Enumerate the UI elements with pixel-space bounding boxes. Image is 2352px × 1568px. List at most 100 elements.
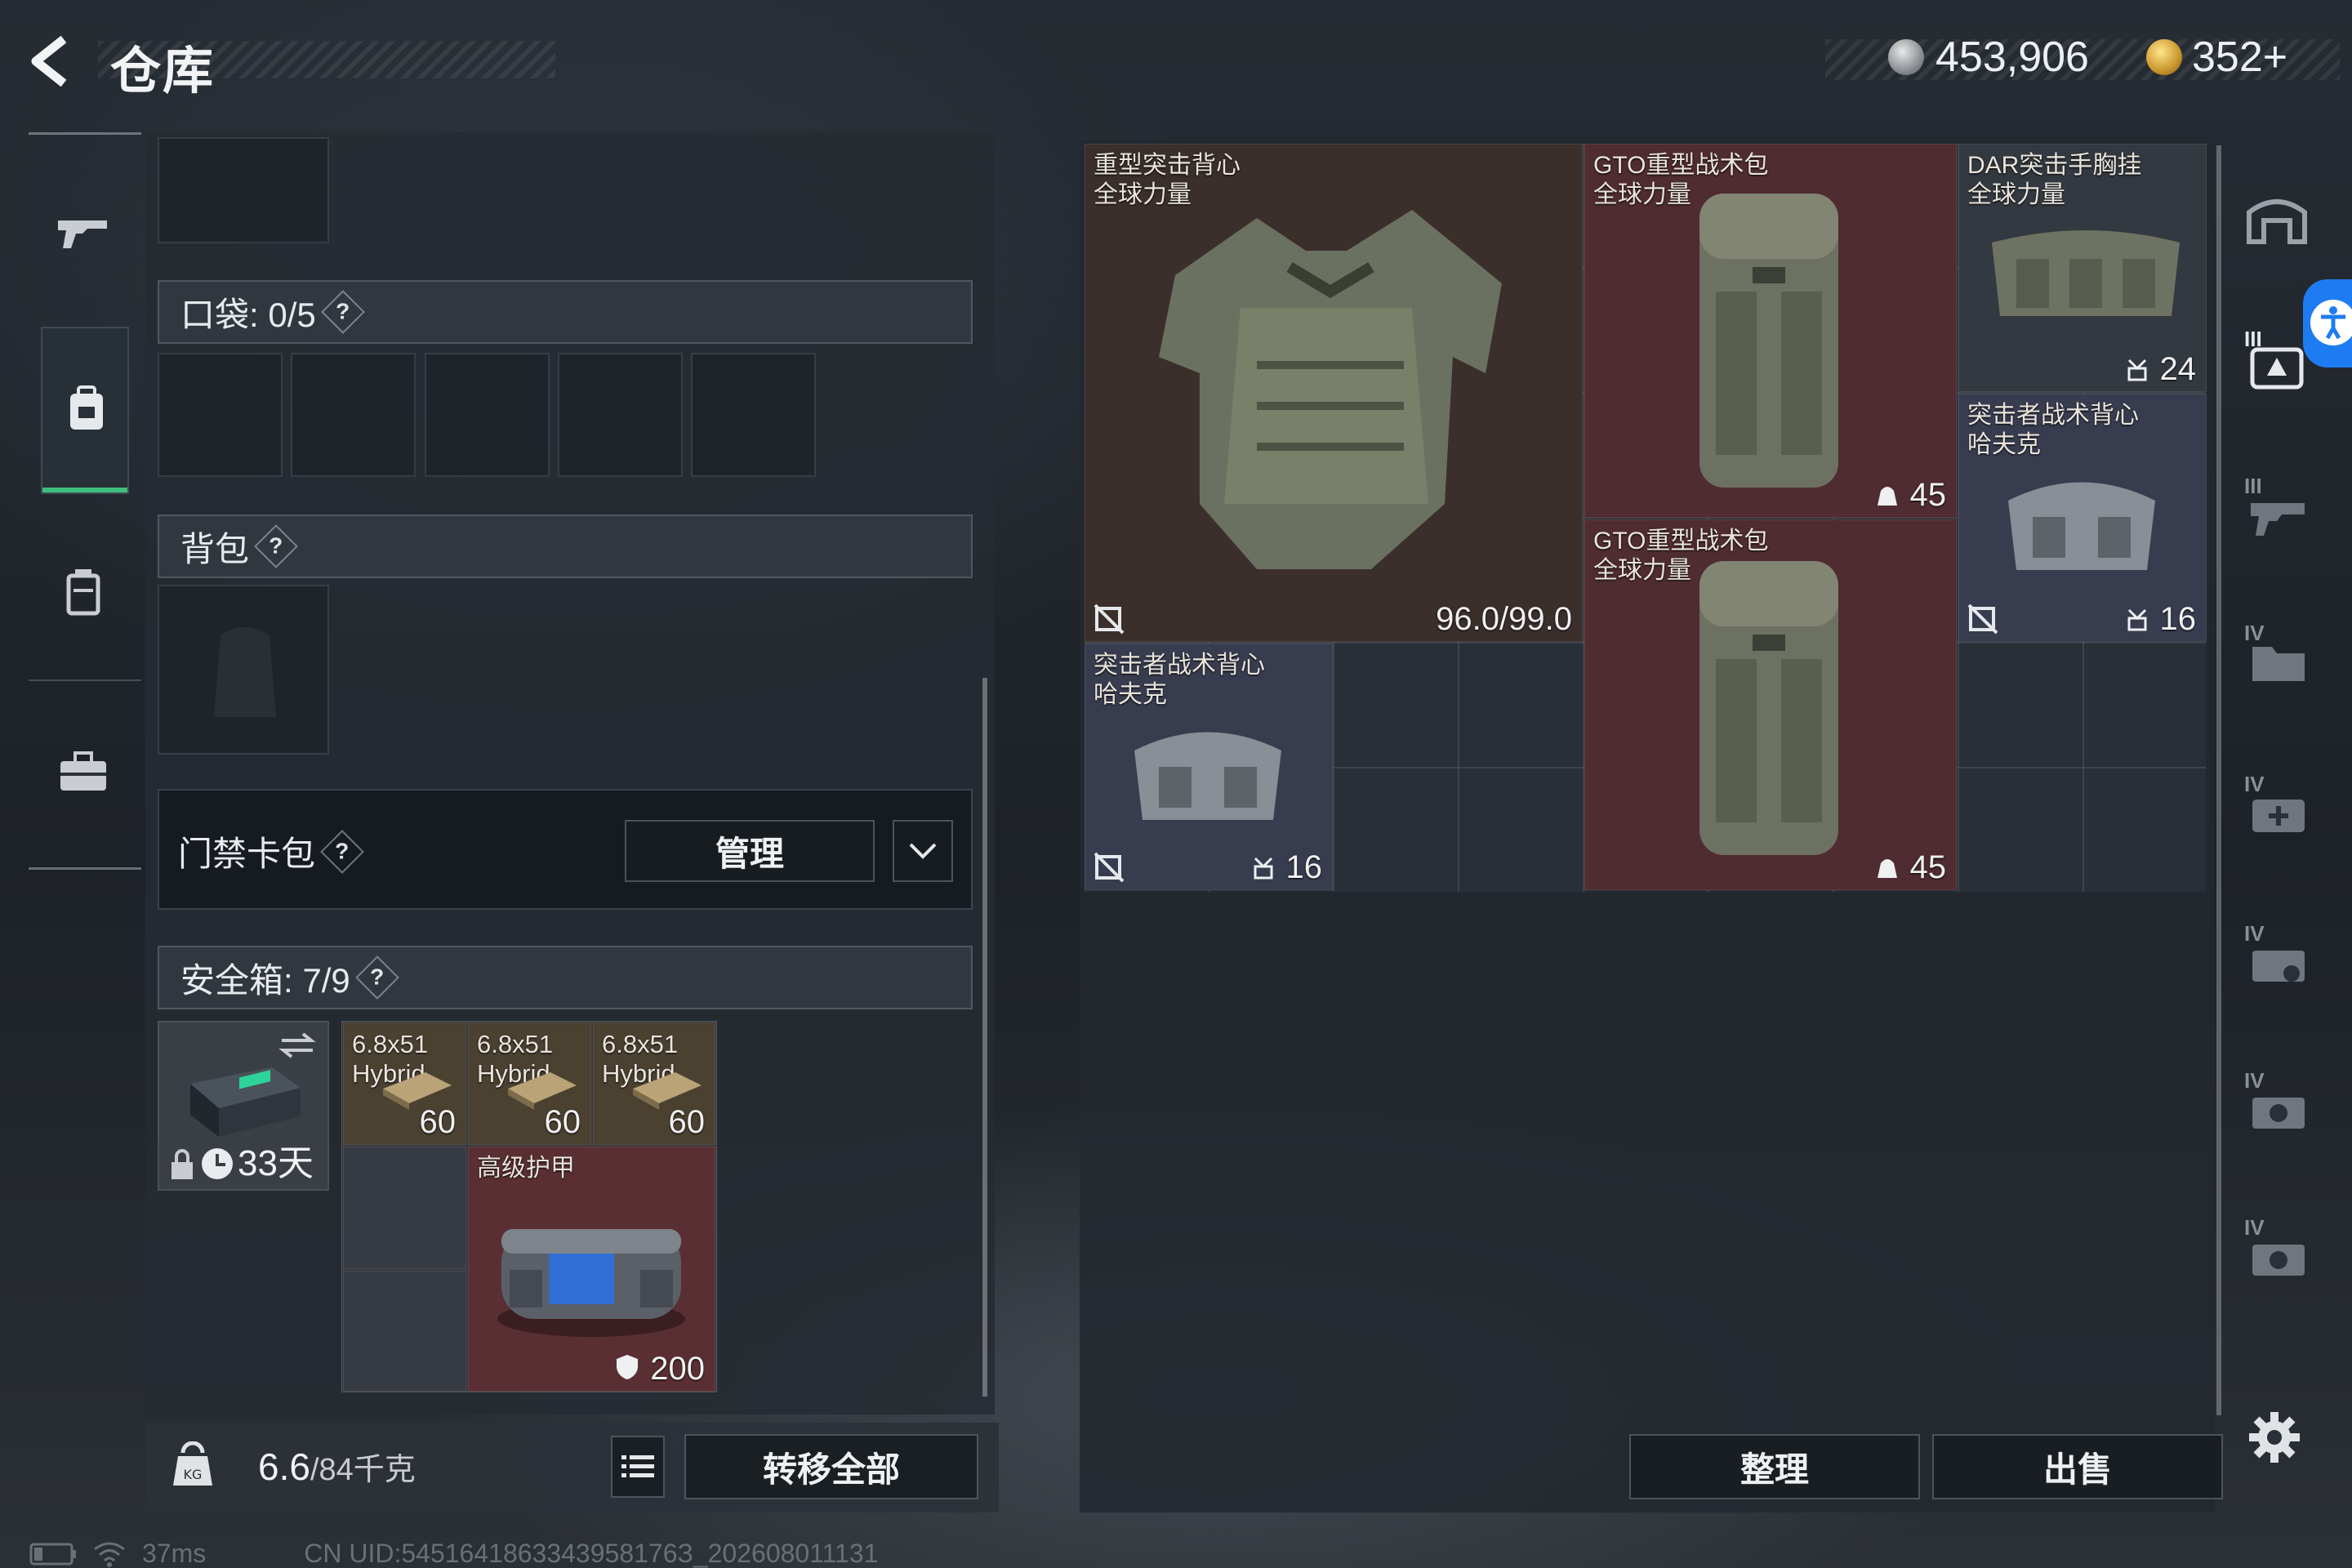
item-capacity: 45 bbox=[1909, 477, 1947, 513]
item-name: 突击者战术背心 bbox=[1967, 402, 2139, 429]
safebox-help-icon[interactable]: ? bbox=[354, 956, 399, 1000]
keycard-expand-button[interactable] bbox=[893, 820, 953, 882]
battery-icon bbox=[29, 1543, 76, 1565]
item-slots: 16 bbox=[2159, 601, 2197, 637]
folder-stash-icon bbox=[2252, 647, 2305, 681]
safebox-header: 安全箱: 7/9 ? bbox=[158, 946, 973, 1009]
gold-coin-icon bbox=[2146, 39, 2182, 75]
back-button[interactable] bbox=[24, 33, 82, 90]
accessibility-button[interactable] bbox=[2303, 279, 2352, 368]
item-name: 突击者战术背心 bbox=[1094, 652, 1265, 679]
pocket-slot-5[interactable] bbox=[691, 353, 816, 477]
ammo-name: 6.8x51 bbox=[602, 1030, 679, 1058]
raider-vest-icon bbox=[1134, 732, 1281, 820]
pocket-slot-1[interactable] bbox=[158, 353, 283, 477]
stash-tab-6[interactable]: IV bbox=[2244, 1068, 2318, 1142]
pocket-help-icon[interactable]: ? bbox=[320, 290, 365, 334]
vest-icon bbox=[1159, 210, 1502, 569]
rail-weapon-tab[interactable] bbox=[42, 188, 124, 278]
stash-tab-5[interactable]: IV bbox=[2244, 921, 2318, 995]
keycard-header-label: 门禁卡包 bbox=[178, 835, 316, 873]
currency-1[interactable]: 453,906 bbox=[1888, 33, 2089, 82]
swap-icon bbox=[278, 1032, 316, 1058]
backpack-placeholder-icon bbox=[214, 627, 276, 717]
stash-item-heavy-vest[interactable]: 重型突击背心 全球力量 96.0/99.0 bbox=[1085, 144, 1583, 642]
list-view-button[interactable] bbox=[611, 1436, 665, 1498]
stash-tab-3[interactable]: IV bbox=[2244, 621, 2318, 694]
backpack-slot[interactable] bbox=[158, 585, 329, 755]
transfer-all-button[interactable]: 转移全部 bbox=[684, 1434, 978, 1499]
wifi-icon bbox=[94, 1542, 125, 1567]
item-capacity: 45 bbox=[1909, 849, 1947, 885]
sell-button[interactable]: 出售 bbox=[1932, 1434, 2223, 1499]
ammo-name: 6.8x51 bbox=[352, 1030, 429, 1058]
currency-2[interactable]: 352+ bbox=[2146, 33, 2287, 82]
ammo-item-2[interactable]: 6.8x51 Hybrid 60 bbox=[468, 1022, 591, 1145]
settings-button[interactable] bbox=[2246, 1409, 2303, 1466]
silver-coin-icon bbox=[1888, 39, 1924, 75]
secure-container-icon bbox=[190, 1067, 301, 1137]
rail-gear-tab[interactable] bbox=[41, 327, 129, 494]
keycard-header: 门禁卡包 ? bbox=[178, 826, 364, 876]
lock-icon bbox=[172, 1149, 193, 1179]
stash-item-dar-rig[interactable]: DAR突击手胸挂 全球力量 24 bbox=[1958, 144, 2207, 392]
item-brand: 哈夫克 bbox=[1094, 681, 1167, 708]
backpack-header: 背包 ? bbox=[158, 514, 973, 578]
pocket-header-label: 口袋: 0/5 bbox=[180, 295, 316, 334]
no-insure-icon bbox=[1094, 604, 1125, 635]
weight-icon: KG bbox=[173, 1441, 212, 1486]
accessibility-icon bbox=[2310, 300, 2352, 345]
item-slots: 24 bbox=[2159, 351, 2197, 387]
safebox-case[interactable]: 33天 bbox=[158, 1021, 329, 1191]
stash-item-raider-vest-2[interactable]: 突击者战术背心 哈夫克 16 bbox=[1085, 644, 1333, 890]
backpack-help-icon[interactable]: ? bbox=[254, 524, 298, 568]
stash-tab-7[interactable]: IV bbox=[2244, 1215, 2318, 1289]
page-title: 仓库 bbox=[110, 43, 216, 100]
ammo-name: 6.8x51 bbox=[477, 1030, 554, 1058]
stash-item-gto-bag-2[interactable]: GTO重型战术包 全球力量 45 bbox=[1584, 519, 1957, 890]
loadout-scrollbar[interactable] bbox=[982, 678, 987, 1396]
rail-container-tab[interactable] bbox=[42, 547, 124, 637]
armor-item[interactable]: 高级护甲 200 bbox=[468, 1147, 715, 1392]
armor-item-name: 高级护甲 bbox=[477, 1155, 575, 1182]
safebox-empty-cell[interactable] bbox=[343, 1147, 466, 1269]
safebox-header-label: 安全箱: 7/9 bbox=[180, 960, 350, 1000]
tactical-bag-icon bbox=[1699, 561, 1838, 855]
stash-scrollbar[interactable] bbox=[2216, 145, 2221, 1415]
item-brand: 全球力量 bbox=[1967, 181, 2065, 208]
sort-button[interactable]: 整理 bbox=[1629, 1434, 1920, 1499]
weight-total: /84千克 bbox=[310, 1453, 416, 1487]
shield-icon bbox=[617, 1355, 638, 1379]
keycard-help-icon[interactable]: ? bbox=[320, 829, 364, 874]
back-arrow-icon bbox=[31, 35, 67, 87]
item-slots: 16 bbox=[1285, 849, 1323, 885]
armor-value: 200 bbox=[650, 1351, 705, 1387]
chevron-down-icon bbox=[909, 843, 937, 859]
chest-rig-slot[interactable] bbox=[158, 137, 329, 243]
gear-stash-icon bbox=[2250, 347, 2304, 390]
item-name: DAR突击手胸挂 bbox=[1967, 152, 2142, 179]
ammo-item-3[interactable]: 6.8x51 Hybrid 60 bbox=[593, 1022, 715, 1145]
pocket-slot-4[interactable] bbox=[558, 353, 683, 477]
chest-rig-icon bbox=[1992, 230, 2180, 316]
manage-button[interactable]: 管理 bbox=[625, 820, 875, 882]
pocket-slot-3[interactable] bbox=[425, 353, 550, 477]
rail-divider-top bbox=[29, 132, 141, 135]
safebox-days: 33天 bbox=[238, 1143, 314, 1183]
stash-tab-4[interactable]: IV bbox=[2244, 772, 2318, 845]
slots-icon bbox=[2127, 359, 2147, 381]
safebox-empty-cell[interactable] bbox=[343, 1271, 466, 1392]
stash-tab-all[interactable] bbox=[2244, 188, 2318, 253]
slots-icon bbox=[1254, 857, 1273, 880]
stash-tab-2[interactable]: III bbox=[2244, 474, 2318, 547]
medical-stash-icon bbox=[2252, 800, 2305, 832]
stash-item-raider-vest-1[interactable]: 突击者战术背心 哈夫克 16 bbox=[1958, 394, 2207, 642]
ammo-item-1[interactable]: 6.8x51 Hybrid 60 bbox=[343, 1022, 466, 1145]
misc-stash-icon bbox=[2252, 1245, 2305, 1276]
armor-bag-icon bbox=[497, 1229, 685, 1337]
stash-item-gto-bag-1[interactable]: GTO重型战术包 全球力量 45 bbox=[1584, 144, 1957, 518]
pocket-slot-2[interactable] bbox=[291, 353, 416, 477]
gear-icon bbox=[2249, 1412, 2300, 1463]
rail-briefcase-tab[interactable] bbox=[42, 727, 124, 817]
svg-text:KG: KG bbox=[184, 1467, 203, 1482]
